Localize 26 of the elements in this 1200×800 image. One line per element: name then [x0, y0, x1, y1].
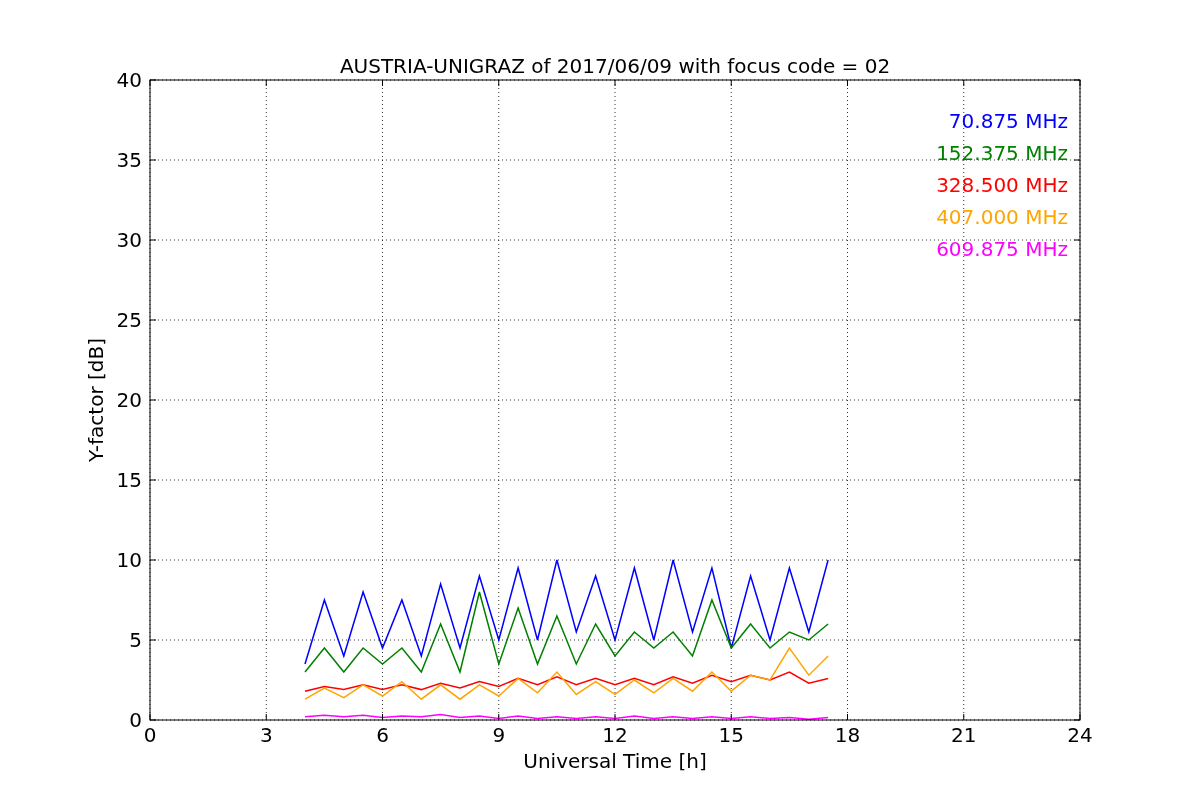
legend-label: 609.875 MHz [936, 237, 1068, 261]
tick-label: 21 [951, 723, 977, 747]
tick-label: 5 [129, 628, 142, 652]
tick-label: 15 [116, 468, 142, 492]
axis-label: Universal Time [h] [523, 749, 707, 773]
tick-label: 9 [492, 723, 506, 747]
legend-label: 70.875 MHz [948, 109, 1068, 133]
tick-label: 24 [1067, 723, 1093, 747]
tick-label: 20 [116, 388, 142, 412]
tick-label: 35 [116, 148, 142, 172]
legend-label: 407.000 MHz [936, 205, 1068, 229]
legend-label: 152.375 MHz [936, 141, 1068, 165]
tick-label: 40 [116, 68, 142, 92]
tick-label: 0 [129, 708, 142, 732]
axis-label: Y-factor [dB] [84, 338, 108, 462]
tick-label: 10 [116, 548, 142, 572]
tick-label: 12 [602, 723, 628, 747]
chart-title: AUSTRIA-UNIGRAZ of 2017/06/09 with focus code = 02 [339, 54, 891, 78]
legend-label: 328.500 MHz [936, 173, 1068, 197]
tick-label: 3 [259, 723, 273, 747]
tick-label: 6 [376, 723, 389, 747]
tick-label: 15 [718, 723, 744, 747]
tick-label: 18 [834, 723, 861, 747]
tick-label: 25 [116, 308, 142, 332]
tick-label: 30 [116, 228, 142, 252]
tick-label: 0 [143, 723, 157, 747]
